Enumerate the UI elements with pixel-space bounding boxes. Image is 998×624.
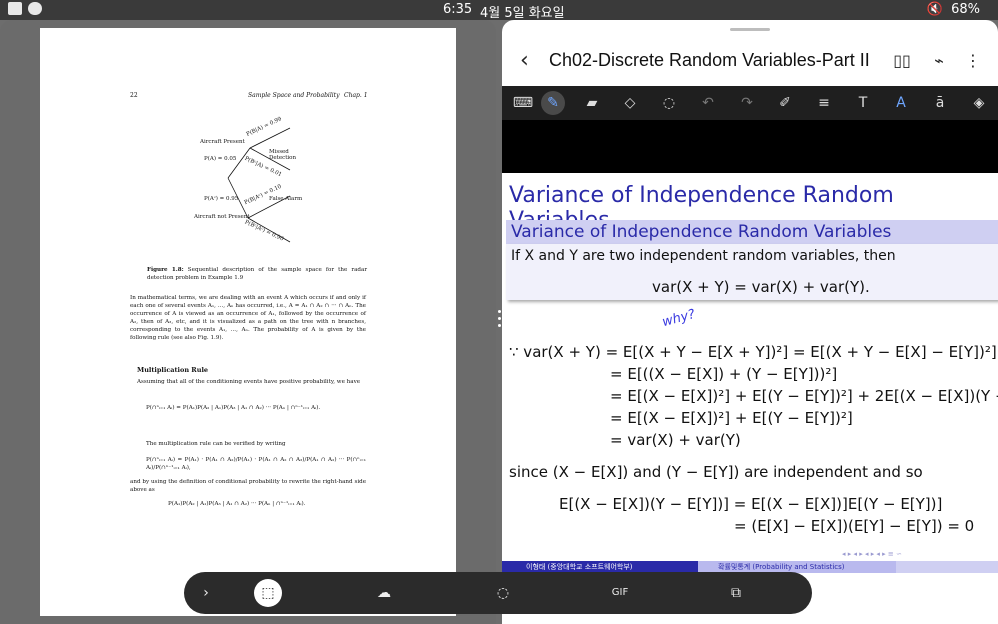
formula-2: P(∩ⁿᵢ₌₁ Aᵢ) = P(A₁) · P(A₁ ∩ A₂)/P(A₁) ·…: [146, 457, 366, 471]
status-bar: 6:35 4월 5일 화요일 🔇 68%: [0, 0, 998, 21]
message-icon: [28, 2, 42, 15]
date: 4월 5일 화요일: [480, 6, 565, 21]
theorem-block-title: Variance of Independence Random Variable…: [506, 220, 998, 244]
since-line: since (X − E[X]) and (Y − E[Y]) are inde…: [509, 463, 923, 481]
mute-icon: 🔇: [926, 2, 944, 17]
text-style-icon[interactable]: A: [889, 91, 913, 115]
shapes-icon[interactable]: ◈: [967, 91, 991, 115]
running-head: Sample Space and Probability: [248, 92, 340, 99]
oval-select-icon[interactable]: ◌: [489, 579, 517, 607]
pen-icon[interactable]: ✎: [541, 91, 565, 115]
derivation-line-1: ∵ var(X + Y) = E[(X + Y − E[X + Y])²] = …: [509, 343, 997, 361]
beamer-nav-symbols[interactable]: ◂ ▸ ◂ ▸ ◂ ▸ ◂ ▸ ≡ ∽: [842, 550, 902, 558]
app-title-bar: ‹ Ch02-Discrete Random Variables-Part II…: [502, 40, 998, 84]
paragraph-3: The multiplication rule can be verified …: [146, 441, 286, 447]
redo-icon[interactable]: ↷: [735, 91, 759, 115]
keyboard-icon[interactable]: ⌨: [511, 91, 535, 115]
pen-toolbar: ⌨ ✎ ▰ ◇ ◌ ↶ ↷ ✐ ≡ T A ā ◈: [502, 86, 998, 120]
text-icon[interactable]: T: [851, 91, 875, 115]
pane-handle-right[interactable]: [730, 28, 770, 31]
highlighter-icon[interactable]: ▰: [580, 91, 604, 115]
gallery-icon: [8, 2, 22, 15]
tree-label-aircraft-not-present: Aircraft not Present: [194, 214, 250, 220]
screen-capture-toolbar: › ⬚ ☁ ◌ GIF ⧉: [184, 572, 812, 614]
derivation-line-4: = E[(X − E[X])²] + E[(Y − E[Y])²]: [610, 409, 853, 427]
back-arrow-icon[interactable]: ‹: [520, 48, 529, 73]
battery-level: 68%: [951, 2, 980, 17]
canvas-top-margin[interactable]: [502, 120, 998, 173]
final-line-1: E[(X − E[X])(Y − E[Y])] = E[(X − E[X])]E…: [559, 495, 943, 513]
chapter-label: Chap. 1: [344, 92, 368, 99]
theorem-block-body: If X and Y are two independent random va…: [506, 244, 998, 300]
formula-3: P(A₁)P(A₂ | A₁)P(A₃ | A₁ ∩ A₂) ··· P(Aₙ …: [168, 501, 306, 507]
paragraph-1: In mathematical terms, we are dealing wi…: [130, 295, 366, 341]
eraser-icon[interactable]: ◇: [618, 91, 642, 115]
tree-label-missed-detection: Missed Detection: [269, 149, 297, 161]
tree-label-pac: P(Aᶜ) = 0.95: [204, 196, 239, 202]
paragraph-4: and by using the definition of condition…: [130, 479, 366, 493]
theorem-line-2: var(X + Y) = var(X) + var(Y).: [652, 278, 870, 296]
page-number: 22: [130, 92, 138, 99]
pdf-page[interactable]: 22 Sample Space and Probability Chap. 1 …: [40, 28, 456, 616]
lasso-icon[interactable]: ◌: [657, 91, 681, 115]
tree-label-false-alarm: False Alarm: [269, 196, 303, 202]
slide-page[interactable]: Variance of Independence Random Variable…: [502, 173, 998, 583]
figure-caption: Figure 1.8: Sequential description of th…: [147, 267, 367, 281]
handwritten-annotation: why?: [660, 306, 697, 331]
paragraph-2: Assuming that all of the conditioning ev…: [137, 379, 361, 385]
tree-label-pa: P(A) = 0.05: [204, 156, 237, 162]
tree-label-aircraft-present: Aircraft Present: [200, 139, 245, 145]
right-pane-notes-app[interactable]: ‹ Ch02-Discrete Random Variables-Part II…: [502, 20, 998, 624]
align-icon[interactable]: ≡: [812, 91, 836, 115]
derivation-line-2: = E[((X − E[X]) + (Y − E[Y]))²]: [610, 365, 838, 383]
text-convert-icon[interactable]: ā: [928, 91, 952, 115]
pen-settings-icon[interactable]: ✐: [773, 91, 797, 115]
rectangle-select-icon[interactable]: ⬚: [254, 579, 282, 607]
undo-icon[interactable]: ↶: [696, 91, 720, 115]
more-menu-icon[interactable]: ⋮: [964, 52, 982, 70]
final-line-2: = (E[X] − E[X])(E[Y] − E[Y]) = 0: [734, 517, 975, 535]
freeform-select-icon[interactable]: ☁: [370, 579, 398, 607]
clock: 6:35: [443, 2, 473, 17]
document-title: Ch02-Discrete Random Variables-Part II: [549, 50, 870, 70]
pin-to-screen-icon[interactable]: ⧉: [722, 579, 750, 607]
gif-icon[interactable]: GIF: [606, 579, 634, 607]
section-title: Multiplication Rule: [137, 366, 209, 374]
formula-1: P(∩ⁿᵢ₌₁ Aᵢ) = P(A₁)P(A₂ | A₁)P(A₃ | A₁ ∩…: [146, 405, 321, 411]
left-pane-pdf-viewer[interactable]: 22 Sample Space and Probability Chap. 1 …: [0, 20, 496, 624]
theorem-line-1: If X and Y are two independent random va…: [511, 248, 896, 264]
book-view-icon[interactable]: ▯▯: [893, 52, 911, 70]
derivation-line-3: = E[(X − E[X])²] + E[(Y − E[Y])²] + 2E[(…: [610, 387, 998, 405]
attach-icon[interactable]: ⌁: [930, 52, 948, 70]
expand-arrow-icon[interactable]: ›: [192, 579, 220, 607]
derivation-line-5: = var(X) + var(Y): [610, 431, 741, 449]
